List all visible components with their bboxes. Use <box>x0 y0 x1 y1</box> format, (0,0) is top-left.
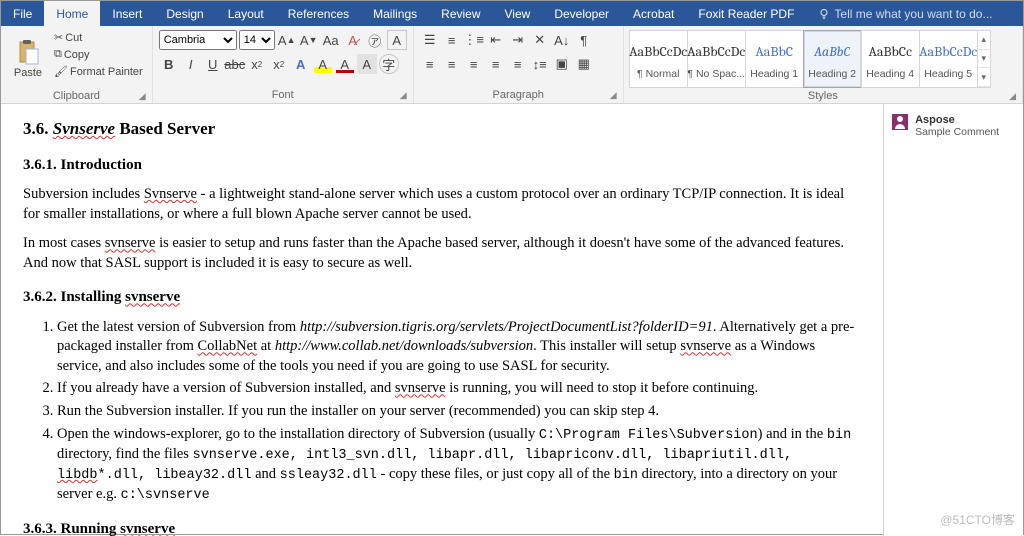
shading-button[interactable]: ▣ <box>552 54 572 74</box>
para-intro-2: In most cases svnserve is easier to setu… <box>23 234 861 273</box>
font-name-select[interactable]: Cambria <box>159 30 237 50</box>
styles-gallery-more[interactable]: ▴▾▾ <box>977 30 991 88</box>
distributed-button[interactable]: ≡ <box>508 54 528 74</box>
font-size-select[interactable]: 14 <box>239 30 275 50</box>
style-item[interactable]: AaBbCHeading 1 <box>745 30 804 88</box>
tab-view[interactable]: View <box>493 1 543 26</box>
font-color-button[interactable]: A <box>335 54 355 74</box>
comment-item[interactable]: Aspose Sample Comment <box>892 114 1015 138</box>
grow-font-button[interactable]: A▲ <box>277 30 297 50</box>
tab-insert[interactable]: Insert <box>100 1 154 26</box>
decrease-indent-button[interactable]: ⇤ <box>486 30 506 50</box>
heading-3-6-2: 3.6.2. Installing svnserve <box>23 287 861 307</box>
borders-button[interactable]: ▦ <box>574 54 594 74</box>
workspace: 3.6. Svnserve Based Server 3.6.1. Introd… <box>1 104 1023 536</box>
avatar-icon <box>892 114 908 130</box>
group-styles: AaBbCcDc¶ NormalAaBbCcDc¶ No Spac...AaBb… <box>624 26 1023 103</box>
tab-acrobat[interactable]: Acrobat <box>621 1 686 26</box>
character-shading-button[interactable]: A <box>357 54 377 74</box>
format-painter-button[interactable]: 🖌Format Painter <box>51 64 146 79</box>
clipboard-launcher[interactable]: ◢ <box>139 91 146 102</box>
style-item[interactable]: AaBbCcDcHeading 5 <box>919 30 978 88</box>
para-intro-1: Subversion includes Svnserve - a lightwe… <box>23 185 861 224</box>
watermark: @51CTO博客 <box>940 511 1015 528</box>
font-launcher[interactable]: ◢ <box>400 90 407 101</box>
align-left-button[interactable]: ≡ <box>420 54 440 74</box>
list-item: If you already have a version of Subvers… <box>57 379 861 399</box>
copy-icon: ⧉ <box>54 48 62 61</box>
change-case-button[interactable]: Aa <box>321 30 341 50</box>
tab-references[interactable]: References <box>276 1 361 26</box>
clear-formatting-button[interactable]: A̷ <box>343 30 363 50</box>
phonetic-guide-button[interactable]: ㋐ <box>365 30 385 50</box>
style-item[interactable]: AaBbCHeading 2 <box>803 30 862 88</box>
style-item[interactable]: AaBbCcDc¶ Normal <box>629 30 688 88</box>
comment-author: Aspose <box>915 114 999 126</box>
enclose-characters-button[interactable]: 字 <box>379 54 399 74</box>
tab-foxit[interactable]: Foxit Reader PDF <box>686 1 806 26</box>
brush-icon: 🖌 <box>54 65 68 78</box>
group-font: Cambria 14 A▲ A▼ Aa A̷ ㋐ A B I U abc x2 … <box>153 26 414 103</box>
lightbulb-icon <box>818 8 830 20</box>
list-item: Open the windows-explorer, go to the ins… <box>57 425 861 506</box>
tab-layout[interactable]: Layout <box>216 1 276 26</box>
cut-button[interactable]: ✂Cut <box>51 30 146 45</box>
heading-3-6-3: 3.6.3. Running svnserve <box>23 519 861 536</box>
tab-design[interactable]: Design <box>154 1 215 26</box>
align-center-button[interactable]: ≡ <box>442 54 462 74</box>
subscript-button[interactable]: x2 <box>247 54 267 74</box>
group-clipboard: Paste ✂Cut ⧉Copy 🖌Format Painter Clipboa… <box>1 26 153 103</box>
style-item[interactable]: AaBbCcDc¶ No Spac... <box>687 30 746 88</box>
list-item: Run the Subversion installer. If you run… <box>57 402 861 422</box>
paste-icon <box>17 39 39 65</box>
bullets-button[interactable]: ☰ <box>420 30 440 50</box>
styles-gallery[interactable]: AaBbCcDc¶ NormalAaBbCcDc¶ No Spac...AaBb… <box>630 30 991 88</box>
asian-layout-button[interactable]: ✕ <box>530 30 550 50</box>
tab-review[interactable]: Review <box>429 1 492 26</box>
install-steps: Get the latest version of Subversion fro… <box>57 318 861 506</box>
style-item[interactable]: AaBbCcHeading 4 <box>861 30 920 88</box>
tab-mailings[interactable]: Mailings <box>361 1 429 26</box>
bold-button[interactable]: B <box>159 54 179 74</box>
tab-home[interactable]: Home <box>44 1 100 26</box>
increase-indent-button[interactable]: ⇥ <box>508 30 528 50</box>
superscript-button[interactable]: x2 <box>269 54 289 74</box>
numbering-button[interactable]: ≡ <box>442 30 462 50</box>
character-border-button[interactable]: A <box>387 30 407 50</box>
scissors-icon: ✂ <box>54 31 63 44</box>
text-effects-button[interactable]: A <box>291 54 311 74</box>
multilevel-list-button[interactable]: ⋮≡ <box>464 30 484 50</box>
highlight-button[interactable]: A <box>313 54 333 74</box>
tab-developer[interactable]: Developer <box>542 1 621 26</box>
document-body[interactable]: 3.6. Svnserve Based Server 3.6.1. Introd… <box>1 104 883 536</box>
justify-button[interactable]: ≡ <box>486 54 506 74</box>
show-marks-button[interactable]: ¶ <box>574 30 594 50</box>
ribbon: Paste ✂Cut ⧉Copy 🖌Format Painter Clipboa… <box>1 26 1023 104</box>
group-paragraph: ☰ ≡ ⋮≡ ⇤ ⇥ ✕ A↓ ¶ ≡ ≡ ≡ ≡ ≡ ↕≡ ▣ ▦ Parag… <box>414 26 624 103</box>
italic-button[interactable]: I <box>181 54 201 74</box>
comment-text: Sample Comment <box>915 126 999 138</box>
underline-button[interactable]: U <box>203 54 223 74</box>
line-spacing-button[interactable]: ↕≡ <box>530 54 550 74</box>
tab-file[interactable]: File <box>1 1 44 26</box>
copy-button[interactable]: ⧉Copy <box>51 47 146 62</box>
paste-button[interactable]: Paste <box>7 30 49 88</box>
tell-me-search[interactable]: Tell me what you want to do... <box>818 1 992 26</box>
sort-button[interactable]: A↓ <box>552 30 572 50</box>
strikethrough-button[interactable]: abc <box>225 54 245 74</box>
align-right-button[interactable]: ≡ <box>464 54 484 74</box>
paragraph-launcher[interactable]: ◢ <box>610 90 617 101</box>
list-item: Get the latest version of Subversion fro… <box>57 318 861 377</box>
heading-3-6-1: 3.6.1. Introduction <box>23 155 861 175</box>
styles-launcher[interactable]: ◢ <box>1009 91 1016 102</box>
heading-3-6: 3.6. Svnserve Based Server <box>23 118 861 141</box>
comments-pane: Aspose Sample Comment <box>883 104 1023 536</box>
shrink-font-button[interactable]: A▼ <box>299 30 319 50</box>
ribbon-tabs: File Home Insert Design Layout Reference… <box>1 1 1023 26</box>
